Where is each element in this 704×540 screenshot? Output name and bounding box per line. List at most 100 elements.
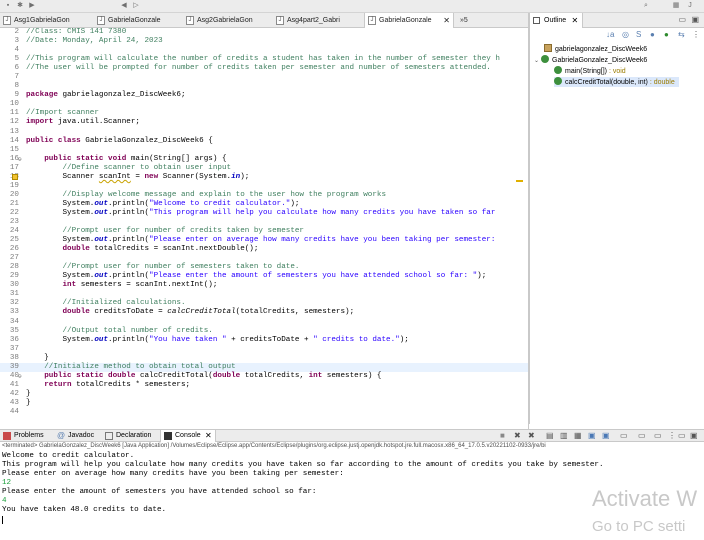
code-line[interactable]: 22 System.out.println("This program will… — [0, 209, 528, 218]
tab-outline[interactable]: Outline ✕ — [530, 13, 584, 28]
word-wrap-icon[interactable]: ▦ — [574, 431, 582, 440]
code-line[interactable]: 39 //Initialize method to obtain total o… — [0, 362, 528, 372]
outline-package[interactable]: gabrielagonzalez_DiscWeek6 — [544, 44, 647, 54]
code-editor[interactable]: 2 //Class: CMIS 141 7380 3 //Date: Monday, … — [0, 28, 528, 424]
close-icon[interactable]: ✕ — [443, 13, 450, 28]
code-line[interactable]: 9 package gabrielagonzalez_DiscWeek6; — [0, 91, 528, 100]
run-icon[interactable]: ▶ — [28, 2, 36, 10]
line-number: 11 — [9, 109, 19, 118]
debug-icon[interactable]: ✱ — [16, 2, 24, 10]
java-perspective-icon[interactable]: J — [686, 2, 694, 10]
code-line[interactable]: 6 //The user will be prompted for number … — [0, 64, 528, 73]
editor-tab[interactable]: J GabrielaGonzale — [94, 13, 186, 28]
hide-nonpublic-icon[interactable]: ● — [650, 30, 655, 39]
hide-local-types-icon[interactable]: ● — [664, 30, 669, 39]
clear-console-icon[interactable]: ▤ — [546, 431, 554, 440]
close-icon[interactable]: ✕ — [571, 13, 578, 28]
outline-method[interactable]: main(String[]) : void — [554, 66, 626, 76]
code-line[interactable]: 35 //Output total number of credits. — [0, 327, 528, 336]
search-icon[interactable]: ⌕ — [642, 2, 650, 10]
code-line[interactable]: 21 System.out.println("Welcome to credit… — [0, 200, 528, 209]
code-line[interactable]: 41 return totalCredits * semesters; — [0, 381, 528, 390]
code-line[interactable]: 30 int semesters = scanInt.nextInt(); — [0, 281, 528, 290]
code-line[interactable]: 13 — [0, 128, 528, 137]
minimize-icon[interactable]: ▭ — [678, 15, 686, 24]
code-line[interactable]: 44 — [0, 408, 528, 417]
code-line[interactable]: 7 — [0, 73, 528, 82]
code-line[interactable]: 34 — [0, 318, 528, 327]
save-icon[interactable]: ▪ — [4, 2, 12, 10]
close-icon[interactable]: ✕ — [205, 430, 212, 442]
new-console-icon[interactable]: ▭ — [654, 431, 662, 440]
outline-method-selected[interactable]: calcCreditTotal(double, int) : double — [554, 77, 679, 87]
code-line[interactable]: 19 — [0, 182, 528, 191]
code-line[interactable]: 31 — [0, 290, 528, 299]
pin-console-icon[interactable]: ▭ — [620, 431, 628, 440]
back-icon[interactable]: ◀ — [120, 2, 128, 10]
warning-overview-marker[interactable] — [516, 180, 523, 182]
terminate-icon[interactable]: ■ — [500, 431, 505, 440]
code-line[interactable]: 23 — [0, 218, 528, 227]
tab-console[interactable]: Console ✕ — [160, 430, 216, 442]
code-line[interactable]: 25 System.out.println("Please enter on a… — [0, 236, 528, 245]
scroll-lock-icon[interactable]: ▥ — [560, 431, 568, 440]
warning-icon[interactable] — [12, 173, 18, 180]
code-line[interactable]: 40 ⊖ public static double calcCreditTotal… — [0, 372, 528, 381]
code-line[interactable]: 17 //Define scanner to obtain user input — [0, 164, 528, 173]
editor-tab-active[interactable]: J GabrielaGonzale ✕ — [364, 13, 454, 28]
code-line[interactable]: 15 — [0, 146, 528, 155]
tab-javadoc[interactable]: @ Javadoc — [54, 430, 94, 442]
maximize-icon[interactable]: ▣ — [691, 15, 699, 24]
code-line[interactable]: 24 //Prompt user for number of credits t… — [0, 227, 528, 236]
code-line[interactable]: 12 import java.util.Scanner; — [0, 118, 528, 127]
code-line[interactable]: 42} — [0, 390, 528, 399]
fold-toggle-icon[interactable]: ⊖ — [18, 372, 22, 381]
code-line[interactable]: 11 //Import scanner — [0, 109, 528, 118]
code-line[interactable]: 29 System.out.println("Please enter the … — [0, 272, 528, 281]
hide-fields-icon[interactable]: ◎ — [622, 30, 629, 39]
code-line[interactable]: 8 — [0, 82, 528, 91]
editor-tab[interactable]: J Asg2GabrielaGon — [183, 13, 275, 28]
forward-icon[interactable]: ▷ — [132, 2, 140, 10]
code-line[interactable]: 20 //Display welcome message and explain… — [0, 191, 528, 200]
maximize-icon[interactable]: ▣ — [690, 431, 698, 440]
remove-all-icon[interactable]: ✖ — [528, 431, 535, 440]
display-console-icon[interactable]: ▭ — [638, 431, 646, 440]
tab-problems[interactable]: Problems — [0, 430, 44, 442]
code-line[interactable]: 16 ⊖ public static void main(String[] arg… — [0, 155, 528, 164]
show-on-error-icon[interactable]: ▣ — [602, 431, 610, 440]
code-line[interactable]: 43} — [0, 399, 528, 408]
code-line[interactable]: 2 //Class: CMIS 141 7380 — [0, 28, 528, 37]
perspective-icon[interactable]: ▦ — [672, 2, 680, 10]
code-line[interactable]: 32 //Initialized calculations. — [0, 299, 528, 308]
code-line[interactable]: 36 System.out.println("You have taken " … — [0, 336, 528, 345]
tab-declaration[interactable]: Declaration — [102, 430, 151, 442]
code-line[interactable]: 4 — [0, 46, 528, 55]
editor-tab[interactable]: J Asg1GabrielaGon — [0, 13, 92, 28]
code-line[interactable]: 10 — [0, 100, 528, 109]
code-line[interactable]: 3 //Date: Monday, April 24, 2023 — [0, 37, 528, 46]
code-line[interactable]: 37 — [0, 345, 528, 354]
code-line[interactable]: 27 — [0, 254, 528, 263]
fold-toggle-icon[interactable]: ⊖ — [18, 155, 22, 164]
remove-launch-icon[interactable]: ✖ — [514, 431, 521, 440]
code-line[interactable]: 18 Scanner scanInt = new Scanner(System.… — [0, 173, 528, 182]
hide-static-icon[interactable]: S — [636, 30, 641, 39]
tab-overflow-button[interactable]: »5 — [460, 13, 468, 28]
code-line[interactable]: 14 public class GabrielaGonzalez_DiscWeek… — [0, 137, 528, 146]
link-with-editor-icon[interactable]: ⇆ — [678, 30, 685, 39]
code-line[interactable]: 33 double creditsToDate = calcCreditTota… — [0, 308, 528, 317]
code-line[interactable]: 5 //This program will calculate the numbe… — [0, 55, 528, 64]
code-line[interactable]: 28 //Prompt user for number of semesters… — [0, 263, 528, 272]
view-menu-icon[interactable]: ⋮ — [692, 30, 700, 39]
minimize-icon[interactable]: ▭ — [678, 431, 686, 440]
editor-tab[interactable]: J Asg4part2_Gabri — [273, 13, 365, 28]
line-number: 6 — [14, 64, 19, 73]
code-line[interactable]: 38 } — [0, 354, 528, 363]
sort-icon[interactable]: ↓a — [606, 30, 614, 39]
show-on-output-icon[interactable]: ▣ — [588, 431, 596, 440]
outline-class[interactable]: ⌄ GabrielaGonzalez_DiscWeek6 — [534, 55, 647, 65]
code-line[interactable]: 26 double totalCredits = scanInt.nextDou… — [0, 245, 528, 254]
chevron-down-icon[interactable]: ⌄ — [534, 58, 539, 64]
view-menu-icon[interactable]: ⋮ — [668, 431, 676, 440]
